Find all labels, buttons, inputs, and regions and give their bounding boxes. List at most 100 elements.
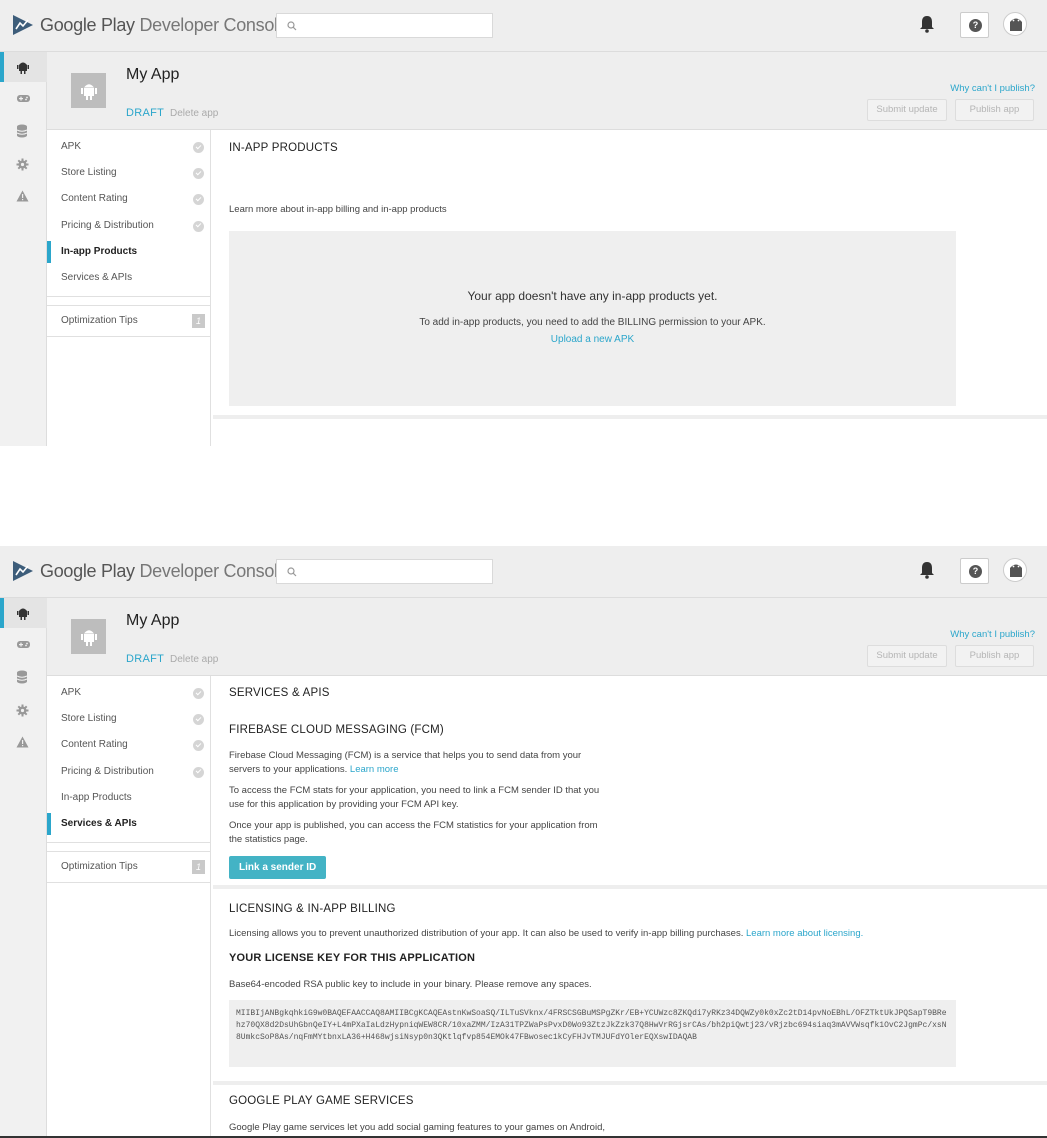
nav-group-optimization: Optimization Tips 1 <box>47 305 210 338</box>
count-badge: 1 <box>192 314 205 329</box>
empty-state: Your app doesn't have any in-app product… <box>229 231 956 406</box>
search-input[interactable] <box>276 13 493 38</box>
database-icon <box>16 124 28 138</box>
android-icon <box>81 84 97 100</box>
nav-item-services-apis[interactable]: Services & APIs <box>47 811 210 837</box>
fcm-access-text: To access the FCM stats for your applica… <box>229 785 600 810</box>
submit-update-button[interactable]: Submit update <box>867 99 947 121</box>
rail-item-games[interactable] <box>0 630 47 660</box>
nav-item-apk[interactable]: APK <box>47 134 210 160</box>
left-nav: APK Store Listing Content Rating Pricing… <box>47 676 211 1136</box>
help-button[interactable]: ? <box>960 12 989 38</box>
nav-item-optimization-tips[interactable]: Optimization Tips 1 <box>47 854 210 880</box>
learn-more-billing-link[interactable]: Learn more about in-app billing and in-a… <box>229 203 447 217</box>
fcm-published-text: Once your app is published, you can acce… <box>229 820 598 845</box>
app-header: My App DRAFT Delete app Why can't I publ… <box>47 52 1047 130</box>
check-icon <box>193 740 204 752</box>
section-title: SERVICES & APIS <box>229 687 330 699</box>
upload-apk-link[interactable]: Upload a new APK <box>229 334 956 345</box>
nav-item-apk[interactable]: APK <box>47 680 210 706</box>
license-key-description: Base64-encoded RSA public key to include… <box>229 979 592 990</box>
check-icon <box>193 220 204 232</box>
search-icon <box>287 567 297 577</box>
delete-app-link[interactable]: Delete app <box>170 108 218 119</box>
android-icon <box>17 608 29 620</box>
rail-item-settings[interactable] <box>0 150 47 180</box>
left-nav: APK Store Listing Content Rating Pricing… <box>47 130 211 446</box>
fcm-heading: FIREBASE CLOUD MESSAGING (FCM) <box>229 724 444 736</box>
database-icon <box>16 670 28 684</box>
learn-more-licensing-link[interactable]: Learn more about licensing. <box>746 928 863 939</box>
rail-item-database[interactable] <box>0 116 47 146</box>
rail-item-alerts[interactable] <box>0 728 47 758</box>
gear-icon <box>16 704 29 717</box>
help-icon: ? <box>969 565 982 578</box>
rail-item-settings[interactable] <box>0 696 47 726</box>
game-services-heading: GOOGLE PLAY GAME SERVICES <box>229 1095 414 1107</box>
submit-update-button[interactable]: Submit update <box>867 645 947 667</box>
check-icon <box>193 766 204 778</box>
help-button[interactable]: ? <box>960 558 989 584</box>
empty-title: Your app doesn't have any in-app product… <box>467 289 718 303</box>
gear-icon <box>16 158 29 171</box>
rail-item-apps[interactable] <box>0 52 47 82</box>
bell-icon[interactable] <box>919 15 935 33</box>
avatar[interactable] <box>1003 558 1027 582</box>
rail-item-alerts[interactable] <box>0 182 47 212</box>
license-key-value[interactable]: MIIBIjANBgkqhkiG9w0BAQEFAACCAQ8AMIIBCgKC… <box>229 1000 956 1067</box>
screen-services-apis: Google Play Developer Console ? My App D… <box>0 546 1047 1138</box>
top-bar: Google Play Developer Console ? <box>0 0 1047 52</box>
warning-icon <box>16 190 29 202</box>
license-key-heading: YOUR LICENSE KEY FOR THIS APPLICATION <box>229 952 476 964</box>
nav-item-in-app-products[interactable]: In-app Products <box>47 785 210 811</box>
rail-item-games[interactable] <box>0 84 47 114</box>
empty-description: To add in-app products, you need to add … <box>419 317 766 328</box>
main-content: IN-APP PRODUCTS Learn more about in-app … <box>213 130 1047 446</box>
nav-item-optimization-tips[interactable]: Optimization Tips 1 <box>47 308 210 334</box>
delete-app-link[interactable]: Delete app <box>170 654 218 665</box>
licensing-card: LICENSING & IN-APP BILLING Licensing all… <box>213 889 1047 1081</box>
play-console-logo-icon[interactable] <box>12 560 34 582</box>
publish-app-button[interactable]: Publish app <box>955 99 1034 121</box>
main-content: SERVICES & APIS FIREBASE CLOUD MESSAGING… <box>213 676 1047 1136</box>
search-input[interactable] <box>276 559 493 584</box>
gamepad-icon <box>17 641 30 648</box>
rail-item-apps[interactable] <box>0 598 47 628</box>
app-header: My App DRAFT Delete app Why can't I publ… <box>47 598 1047 676</box>
side-rail <box>0 52 47 446</box>
play-console-logo-icon[interactable] <box>12 14 34 36</box>
nav-item-content-rating[interactable]: Content Rating <box>47 186 210 212</box>
link-sender-id-button[interactable]: Link a sender ID <box>229 856 327 879</box>
nav-item-in-app-products[interactable]: In-app Products <box>47 239 210 265</box>
rail-item-database[interactable] <box>0 662 47 692</box>
section-title: IN-APP PRODUCTS <box>229 142 338 154</box>
brand-title[interactable]: Google Play Developer Console <box>40 561 288 582</box>
fcm-learn-more-link[interactable]: Learn more <box>350 764 399 775</box>
why-cant-publish-link[interactable]: Why can't I publish? <box>950 83 1035 94</box>
game-services-card: GOOGLE PLAY GAME SERVICES Google Play ga… <box>213 1085 1047 1136</box>
nav-item-store-listing[interactable]: Store Listing <box>47 160 210 186</box>
brand-title[interactable]: Google Play Developer Console <box>40 15 288 36</box>
app-icon <box>71 619 106 654</box>
avatar[interactable] <box>1003 12 1027 36</box>
nav-item-pricing-distribution[interactable]: Pricing & Distribution <box>47 759 210 785</box>
publish-app-button[interactable]: Publish app <box>955 645 1034 667</box>
app-icon <box>71 73 106 108</box>
avatar-icon <box>1010 18 1022 31</box>
check-icon <box>193 714 204 726</box>
nav-item-services-apis[interactable]: Services & APIs <box>47 265 210 291</box>
why-cant-publish-link[interactable]: Why can't I publish? <box>950 629 1035 640</box>
licensing-heading: LICENSING & IN-APP BILLING <box>229 903 396 915</box>
top-bar: Google Play Developer Console ? <box>0 546 1047 598</box>
check-icon <box>193 194 204 206</box>
side-rail <box>0 598 47 1136</box>
nav-item-store-listing[interactable]: Store Listing <box>47 706 210 732</box>
bell-icon[interactable] <box>919 561 935 579</box>
status-badge: DRAFT <box>126 107 165 119</box>
gamepad-icon <box>17 95 30 102</box>
licensing-description: Licensing allows you to prevent unauthor… <box>229 928 864 939</box>
check-icon <box>193 688 204 699</box>
nav-item-pricing-distribution[interactable]: Pricing & Distribution <box>47 213 210 239</box>
nav-item-content-rating[interactable]: Content Rating <box>47 732 210 758</box>
check-icon <box>193 168 204 180</box>
